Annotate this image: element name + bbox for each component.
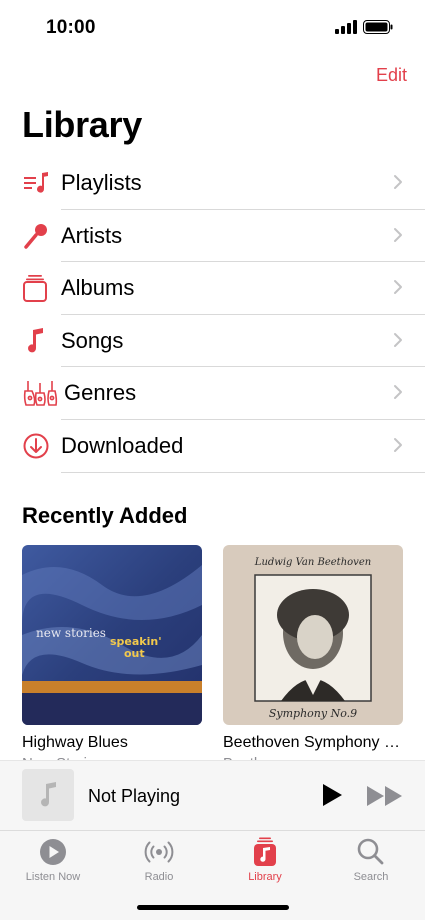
album-artwork: Ludwig Van Beethoven Symphony No.9 [223,545,403,725]
library-item-songs[interactable]: Songs [0,315,425,368]
album-card[interactable]: new stories speakin' out Highway Blues N… [22,545,202,772]
guitars-icon [22,379,60,407]
cellular-signal-icon [335,20,357,34]
chevron-right-icon [394,437,402,452]
play-icon[interactable] [320,783,344,807]
tab-label: Radio [144,871,174,883]
tab-search[interactable]: Search [326,837,416,883]
album-art-text: out [124,647,145,660]
library-item-label: Playlists [61,170,142,195]
library-item-downloaded[interactable]: Downloaded [0,420,425,473]
page-title: Library [22,104,142,145]
music-note-icon [22,327,56,355]
mini-player-title: Not Playing [88,786,181,806]
chevron-right-icon [394,280,402,295]
microphone-icon [22,222,56,250]
chevron-right-icon [394,385,402,400]
mini-player-artwork [22,769,74,821]
fast-forward-icon[interactable] [366,785,404,807]
battery-icon [363,20,393,34]
status-icons [335,20,393,34]
album-card[interactable]: Ludwig Van Beethoven Symphony No.9 Beeth… [223,545,403,772]
tab-library[interactable]: Library [220,837,310,883]
library-item-label: Albums [61,275,135,301]
library-list: Playlists Artists Albums Songs Genres Do… [0,157,425,473]
library-item-artists[interactable]: Artists [0,210,425,263]
album-artwork: new stories speakin' out [22,545,202,725]
library-icon [254,837,276,866]
mini-player[interactable]: Not Playing [0,760,425,830]
divider [61,471,425,473]
chevron-right-icon [394,332,402,347]
tab-listen-now[interactable]: Listen Now [8,837,98,883]
album-art-text: new stories [36,626,106,640]
album-title: Beethoven Symphony No. 9 (Scherzo) [223,734,403,751]
albums-icon [22,274,56,303]
album-art-text: Ludwig Van Beethoven [254,557,371,568]
music-note-icon [41,782,56,807]
library-item-genres[interactable]: Genres [0,367,425,420]
radio-icon [144,841,174,863]
library-item-label: Genres [64,380,137,406]
section-title-recently-added: Recently Added [22,503,188,528]
album-title: Highway Blues [22,734,128,751]
library-item-label: Artists [61,222,123,248]
tab-label: Listen Now [25,871,81,883]
status-bar: 10:00 [0,0,425,56]
tab-radio[interactable]: Radio [114,837,204,883]
chevron-right-icon [394,227,402,242]
playlists-icon [22,169,56,197]
home-indicator[interactable] [137,905,289,910]
library-item-albums[interactable]: Albums [0,262,425,315]
tab-label: Library [248,871,282,883]
library-item-playlists[interactable]: Playlists [0,157,425,210]
library-item-label: Downloaded [61,432,184,458]
library-item-label: Songs [61,327,124,353]
edit-button[interactable]: Edit [376,65,407,86]
chevron-right-icon [394,175,402,189]
search-icon [357,838,384,865]
tab-label: Search [353,871,389,883]
download-icon [22,432,56,460]
album-art-text: Symphony No.9 [269,707,357,720]
status-time: 10:00 [46,17,96,38]
play-circle-icon [40,839,66,865]
